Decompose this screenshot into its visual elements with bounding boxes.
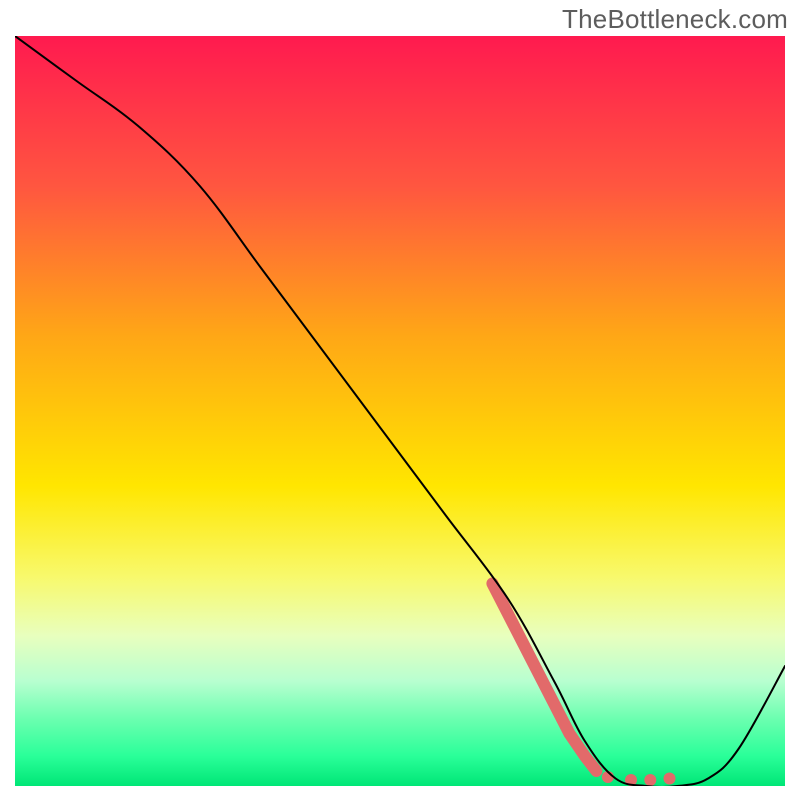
highlight-dot [664, 773, 676, 785]
chart-container: TheBottleneck.com [0, 0, 800, 800]
chart-background [15, 36, 785, 786]
highlight-dot [644, 774, 656, 786]
chart-svg [15, 36, 785, 786]
watermark-label: TheBottleneck.com [562, 4, 788, 35]
plot-area [15, 36, 785, 786]
